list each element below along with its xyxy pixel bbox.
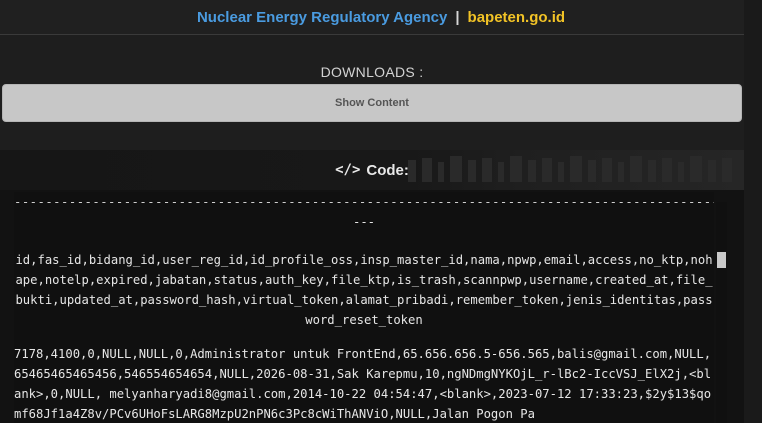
- agency-name[interactable]: Nuclear Energy Regulatory Agency: [197, 9, 447, 26]
- header-divider: [0, 34, 744, 35]
- header-background-art: [408, 152, 738, 193]
- code-title: Code:: [366, 161, 409, 179]
- page: Nuclear Energy Regulatory Agency | bapet…: [0, 0, 762, 423]
- show-content-button[interactable]: Show Content: [2, 84, 742, 122]
- page-right-edge: [744, 0, 762, 423]
- site-header: Nuclear Energy Regulatory Agency | bapet…: [0, 0, 762, 34]
- code-scrollbar-track[interactable]: [716, 202, 727, 423]
- dash-separator: ----------------------------------------…: [14, 195, 714, 209]
- code-panel: </> Code: ------------------------------…: [0, 150, 744, 423]
- dash-separator-end: ---: [352, 215, 375, 229]
- code-icon: </>: [335, 162, 361, 178]
- code-header: </> Code:: [0, 150, 744, 190]
- code-scrollbar-thumb[interactable]: [717, 252, 726, 268]
- code-content[interactable]: ----------------------------------------…: [14, 192, 714, 423]
- site-domain-link[interactable]: bapeten.go.id: [468, 9, 566, 26]
- header-separator: |: [455, 8, 460, 26]
- column-header-text: id,fas_id,bidang_id,user_reg_id,id_profi…: [15, 253, 713, 327]
- downloads-label: DOWNLOADS :: [320, 64, 424, 80]
- header-background-art-svg: [408, 156, 732, 182]
- data-row-text: 7178,4100,0,NULL,NULL,0,Administrator un…: [14, 347, 712, 421]
